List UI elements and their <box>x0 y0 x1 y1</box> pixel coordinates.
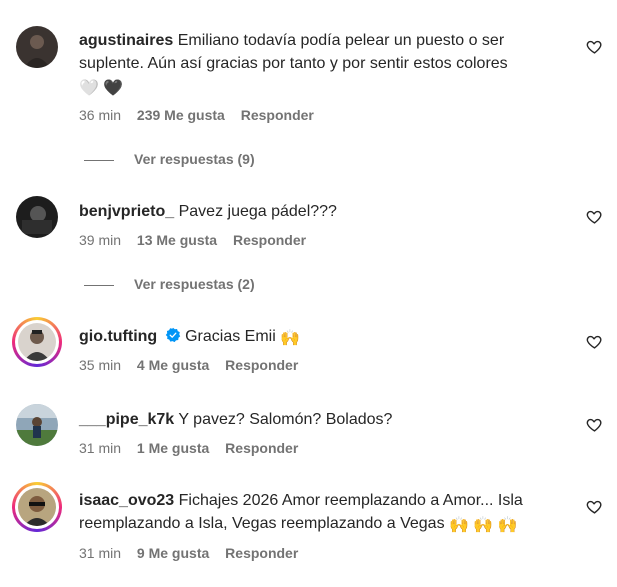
view-replies-button[interactable]: Ver respuestas (9) <box>84 151 255 167</box>
reply-button[interactable]: Responder <box>241 107 314 123</box>
like-heart-icon[interactable] <box>586 38 603 55</box>
likes-count[interactable]: 1 Me gusta <box>137 440 209 456</box>
view-replies-button[interactable]: Ver respuestas (2) <box>84 276 255 292</box>
comment-emojis: 🤍 🖤 <box>79 80 124 97</box>
like-heart-icon[interactable] <box>586 208 603 225</box>
comment-meta: 31 min 1 Me gusta Responder <box>79 440 310 456</box>
comment-emojis: 🙌 🙌 🙌 <box>449 517 518 534</box>
likes-count[interactable]: 4 Me gusta <box>137 357 209 373</box>
like-heart-icon[interactable] <box>586 498 603 515</box>
like-heart-icon[interactable] <box>586 333 603 350</box>
like-heart-icon[interactable] <box>586 416 603 433</box>
comment-time: 35 min <box>79 357 122 373</box>
comment-time: 31 min <box>79 440 122 456</box>
reply-button[interactable]: Responder <box>225 545 298 561</box>
comment-body: ___pipe_k7k Y pavez? Salomón? Bolados? <box>79 408 564 431</box>
username[interactable]: benjvprieto_ <box>79 203 174 220</box>
view-replies-label: Ver respuestas (2) <box>134 276 255 292</box>
comment-text: Pavez juega pádel??? <box>178 203 337 220</box>
avatar[interactable] <box>16 196 58 238</box>
comment-body: gio.tufting Gracias Emii 🙌 <box>79 325 564 350</box>
comment-emojis: 🙌 <box>280 330 301 347</box>
replies-divider <box>84 284 114 286</box>
comment-text: Gracias Emii <box>185 328 276 345</box>
view-replies-label: Ver respuestas (9) <box>134 151 255 167</box>
comment-time: 39 min <box>79 232 122 248</box>
avatar[interactable] <box>16 404 58 446</box>
comment-meta: 31 min 9 Me gusta Responder <box>79 545 310 561</box>
reply-button[interactable]: Responder <box>225 357 298 373</box>
avatar[interactable] <box>16 26 58 68</box>
comment-text: Y pavez? Salomón? Bolados? <box>178 411 393 428</box>
avatar <box>18 323 56 361</box>
likes-count[interactable]: 13 Me gusta <box>137 232 217 248</box>
likes-count[interactable]: 9 Me gusta <box>137 545 209 561</box>
avatar <box>18 488 56 526</box>
comment-body: benjvprieto_ Pavez juega pádel??? <box>79 200 564 223</box>
avatar-story-ring[interactable] <box>12 482 62 532</box>
reply-button[interactable]: Responder <box>233 232 306 248</box>
comment-meta: 35 min 4 Me gusta Responder <box>79 357 310 373</box>
comment-meta: 39 min 13 Me gusta Responder <box>79 232 318 248</box>
avatar-story-ring[interactable] <box>12 317 62 367</box>
reply-button[interactable]: Responder <box>225 440 298 456</box>
username[interactable]: isaac_ovo23 <box>79 492 174 509</box>
comment-body: agustinaires Emiliano todavía podía pele… <box>79 29 564 100</box>
replies-divider <box>84 159 114 161</box>
username[interactable]: agustinaires <box>79 32 173 49</box>
verified-badge-icon <box>165 327 180 343</box>
comment-time: 36 min <box>79 107 122 123</box>
likes-count[interactable]: 239 Me gusta <box>137 107 225 123</box>
comment-time: 31 min <box>79 545 122 561</box>
comment-body: isaac_ovo23 Fichajes 2026 Amor reemplaza… <box>79 489 564 537</box>
username[interactable]: gio.tufting <box>79 328 157 345</box>
comment-meta: 36 min 239 Me gusta Responder <box>79 107 326 123</box>
username[interactable]: ___pipe_k7k <box>79 411 174 428</box>
